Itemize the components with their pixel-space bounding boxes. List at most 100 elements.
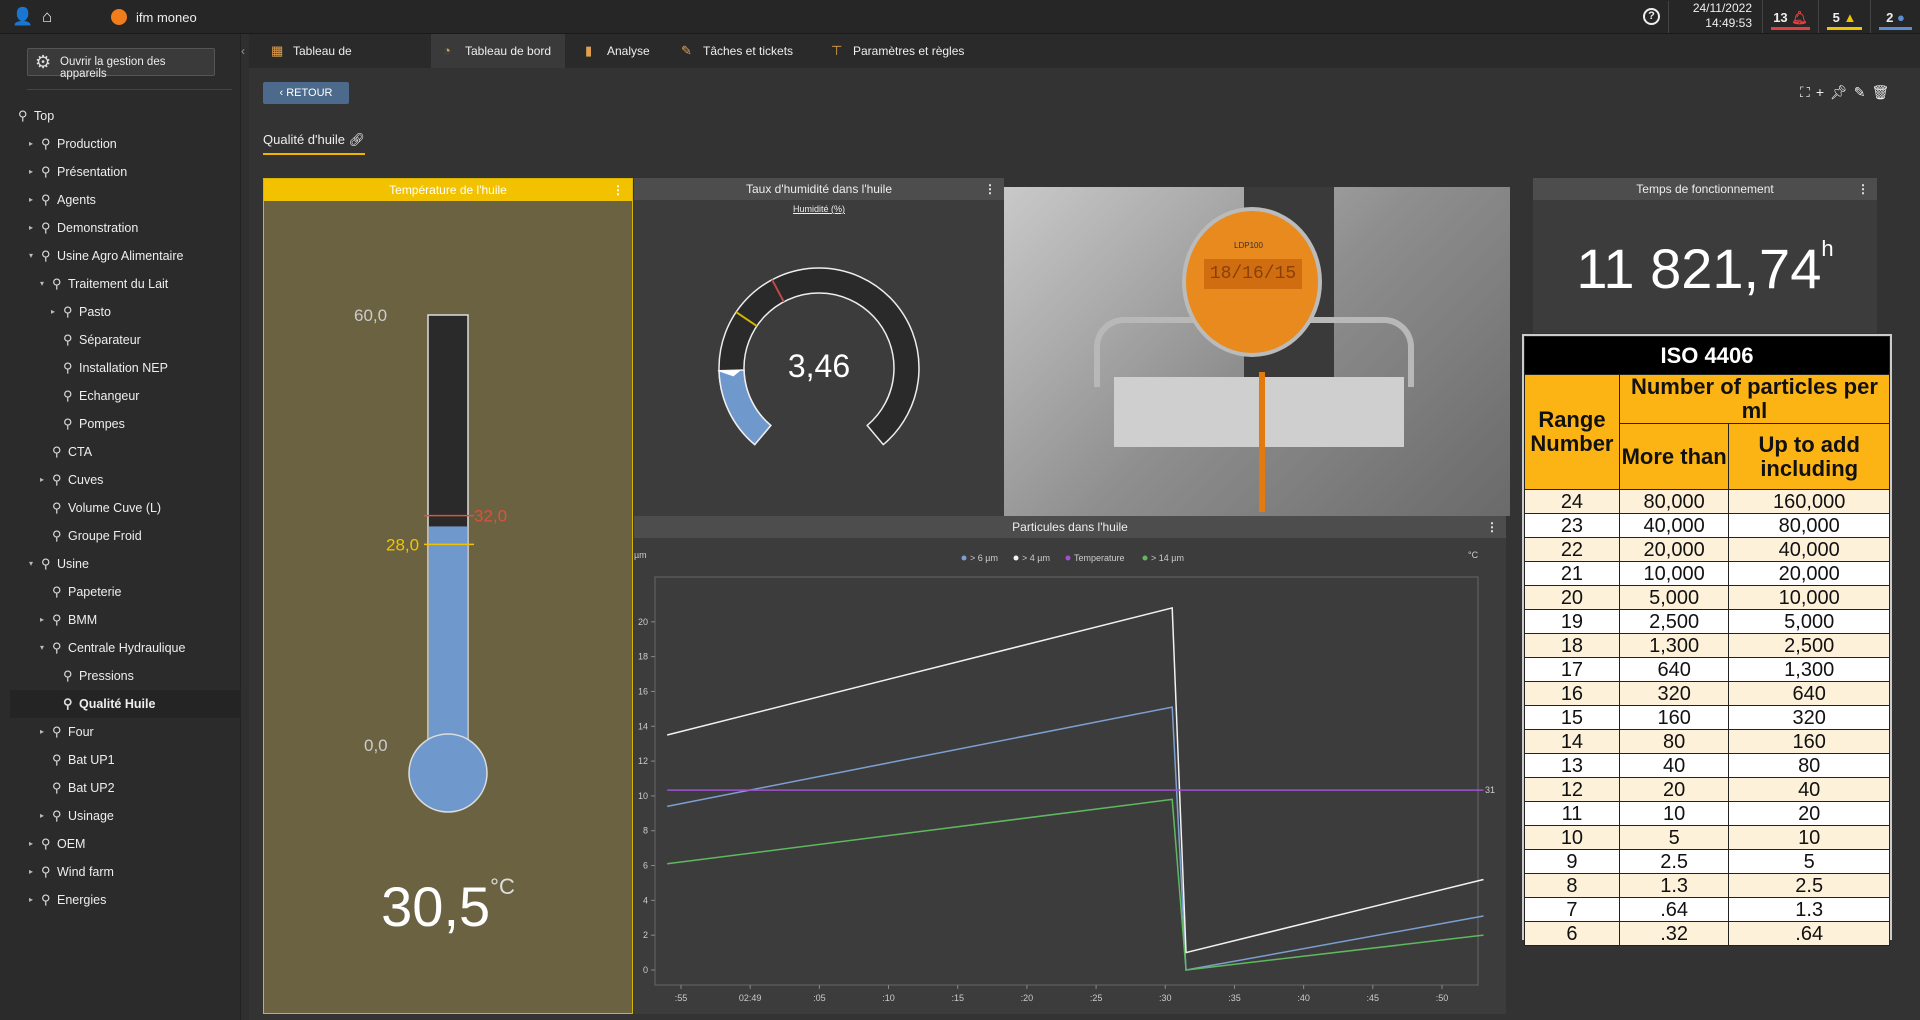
x-tick-label: :50 — [1436, 993, 1449, 1003]
tree-item[interactable]: ⚲ Pompes — [10, 410, 241, 438]
more-menu-icon[interactable]: ⋮ — [1486, 516, 1498, 538]
y-tick-label: 14 — [638, 721, 648, 731]
alarm-count[interactable]: 13 🔔︎ — [1762, 0, 1818, 33]
tab-dashboard[interactable]: ◔ Tableau de bord — [431, 34, 565, 68]
divider — [27, 89, 232, 90]
expand-arrow-icon[interactable]: ▸ — [40, 718, 44, 746]
tree-item-label: Papeterie — [68, 585, 122, 599]
fullscreen-icon[interactable]: ⛶ — [1800, 84, 1816, 100]
back-label: RETOUR — [286, 87, 333, 99]
expand-arrow-icon[interactable]: ▸ — [29, 858, 33, 886]
table-cell: 640 — [1618, 657, 1730, 682]
home-icon[interactable]: ⌂ — [42, 7, 52, 27]
tab-tasks[interactable]: ✎ Tâches et tickets — [669, 34, 809, 68]
tab-analyse[interactable]: ▮ Analyse — [573, 34, 673, 68]
expand-arrow-icon[interactable]: ▾ — [29, 242, 33, 270]
tab-rules[interactable]: ⊤ Paramètres et règles — [819, 34, 979, 68]
col-more-than: More than — [1618, 423, 1730, 490]
table-cell: 5 — [1618, 825, 1730, 850]
widget-header: Température de l'huile ⋮ — [264, 179, 632, 201]
device-management-button[interactable]: ⚙ Ouvrir la gestion des appareils — [27, 48, 215, 80]
tree-item[interactable]: ▸ ⚲ Présentation — [10, 158, 241, 186]
expand-arrow-icon[interactable]: ▸ — [29, 186, 33, 214]
tree-item[interactable]: ⚲ Top — [10, 102, 241, 130]
tree-item[interactable]: ▸ ⚲ Cuves — [10, 466, 241, 494]
expand-arrow-icon[interactable]: ▸ — [40, 466, 44, 494]
warning-count[interactable]: 5 ▲ — [1818, 0, 1870, 33]
expand-arrow-icon[interactable]: ▸ — [29, 130, 33, 158]
more-menu-icon[interactable]: ⋮ — [1857, 178, 1869, 200]
dashboard-toolbar: ⛶+📌︎✎🗑︎ — [1800, 84, 1895, 101]
info-count[interactable]: 2 ● — [1870, 0, 1920, 33]
more-menu-icon[interactable]: ⋮ — [612, 179, 624, 201]
expand-arrow-icon[interactable]: ▸ — [40, 606, 44, 634]
tree-item[interactable]: ▾ ⚲ Traitement du Lait — [10, 270, 241, 298]
tree-item[interactable]: ▸ ⚲ Pasto — [10, 298, 241, 326]
tree-item[interactable]: ⚲ Bat UP1 — [10, 746, 241, 774]
table-cell: 9 — [1524, 849, 1620, 874]
tree-item[interactable]: ⚲ Pressions — [10, 662, 241, 690]
expand-arrow-icon[interactable]: ▸ — [29, 158, 33, 186]
expand-arrow-icon[interactable]: ▸ — [51, 298, 55, 326]
table-cell: 5,000 — [1728, 609, 1890, 634]
particles-widget: Particules dans l'huile ⋮ µm °C 0 2 4 6 8 10 12 14… — [634, 516, 1506, 1014]
user-icon[interactable]: 👤 — [12, 7, 33, 27]
tree-item[interactable]: ⚲ Volume Cuve (L) — [10, 494, 241, 522]
expand-arrow-icon[interactable]: ▾ — [40, 634, 44, 662]
tree-item[interactable]: ⚲ Groupe Froid — [10, 522, 241, 550]
tree-item-label: Four — [68, 725, 94, 739]
tree-item[interactable]: ⚲ Séparateur — [10, 326, 241, 354]
runtime-unit: h — [1821, 236, 1834, 261]
expand-arrow-icon[interactable]: ▾ — [29, 550, 33, 578]
expand-arrow-icon[interactable]: ▸ — [40, 802, 44, 830]
trash-icon[interactable]: 🗑︎ — [1872, 84, 1896, 100]
help-icon[interactable]: ? — [1643, 8, 1660, 25]
page-title[interactable]: Qualité d'huile 🔗︎ — [263, 132, 366, 155]
tree-item[interactable]: ▸ ⚲ Energies — [10, 886, 241, 914]
runtime-widget: Temps de fonctionnement ⋮ 11 821,74h — [1533, 178, 1877, 333]
table-cell: 40 — [1618, 753, 1730, 778]
location-icon: ⚲ — [52, 612, 62, 627]
sensor-photo: 18/16/15 LDP100 — [1004, 187, 1510, 516]
y-tick-label: 12 — [638, 756, 648, 766]
table-row: 10 5 10 — [1524, 825, 1890, 850]
add-icon[interactable]: + — [1816, 84, 1830, 100]
tree-item[interactable]: ▸ ⚲ Four — [10, 718, 241, 746]
table-cell: 11 — [1524, 801, 1620, 826]
expand-arrow-icon[interactable]: ▸ — [29, 886, 33, 914]
tree-item[interactable]: ⚲ Echangeur — [10, 382, 241, 410]
tree-item[interactable]: ▸ ⚲ Production — [10, 130, 241, 158]
back-button[interactable]: ‹ RETOUR — [263, 82, 349, 104]
tree-item[interactable]: ▸ ⚲ Wind farm — [10, 858, 241, 886]
tree-item[interactable]: ▸ ⚲ Agents — [10, 186, 241, 214]
table-cell: 160 — [1618, 705, 1730, 730]
location-icon: ⚲ — [52, 500, 62, 515]
collapse-sidebar-button[interactable]: ‹ — [241, 34, 249, 68]
tab-surveillance[interactable]: ▦Tableau de surveillance — [259, 34, 409, 92]
tree-item[interactable]: ▸ ⚲ Usinage — [10, 802, 241, 830]
particles-chart: µm °C 0 2 4 6 8 10 12 14 16 18 20 31:55 02:49:05:10:15… — [634, 550, 1495, 1003]
tree-item[interactable]: ▸ ⚲ OEM — [10, 830, 241, 858]
tree-item[interactable]: ⚲ CTA — [10, 438, 241, 466]
tree-item[interactable]: ▸ ⚲ BMM — [10, 606, 241, 634]
tree-item[interactable]: ⚲ Papeterie — [10, 578, 241, 606]
table-cell: 80,000 — [1728, 513, 1890, 538]
pin-icon[interactable]: 📌︎ — [1830, 84, 1854, 100]
tree-item[interactable]: ▾ ⚲ Centrale Hydraulique — [10, 634, 241, 662]
tree-item[interactable]: ▸ ⚲ Demonstration — [10, 214, 241, 242]
tree-item[interactable]: ⚲ Installation NEP — [10, 354, 241, 382]
location-icon: ⚲ — [41, 248, 51, 263]
tree-item[interactable]: ⚲ Qualité Huile — [10, 690, 241, 718]
expand-arrow-icon[interactable]: ▸ — [29, 830, 33, 858]
x-tick-label: :45 — [1367, 993, 1380, 1003]
edit-icon[interactable]: ✎ — [1854, 84, 1872, 100]
expand-arrow-icon[interactable]: ▾ — [40, 270, 44, 298]
tree-item-label: OEM — [57, 837, 86, 851]
expand-arrow-icon[interactable]: ▸ — [29, 214, 33, 242]
group-header: Number of particles per ml — [1618, 374, 1891, 424]
tree-item[interactable]: ▾ ⚲ Usine Agro Alimentaire — [10, 242, 241, 270]
more-menu-icon[interactable]: ⋮ — [984, 178, 996, 200]
tree-item[interactable]: ▾ ⚲ Usine — [10, 550, 241, 578]
tree-item-label: Energies — [57, 893, 107, 907]
tree-item[interactable]: ⚲ Bat UP2 — [10, 774, 241, 802]
